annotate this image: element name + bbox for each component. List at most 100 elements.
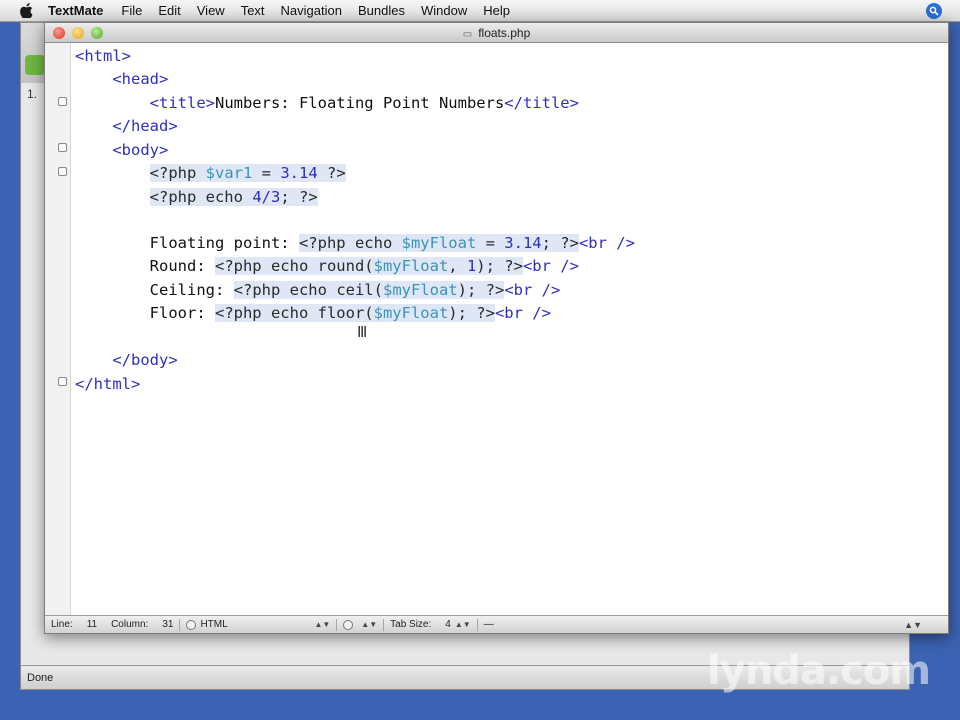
code-token: ); ?> [476, 257, 523, 275]
code-token: <?php echo [298, 234, 402, 252]
php-block: <?php $var1 = 3.14 ?> [149, 164, 346, 182]
code-line-11: Ceiling: <?php echo ceil($myFloat); ?><b… [75, 279, 560, 301]
spotlight-search-icon[interactable] [926, 3, 942, 19]
column-value: 31 [162, 619, 174, 630]
menu-bar: TextMate File Edit View Text Navigation … [0, 0, 960, 22]
menu-bundles[interactable]: Bundles [358, 3, 405, 18]
back-arrow-icon[interactable] [25, 55, 45, 75]
code-token: <?php [149, 164, 206, 182]
code-token: $var1 [205, 164, 253, 182]
updown-arrows-icon[interactable]: ▲▼ [455, 620, 471, 629]
code-token: <br /> [522, 257, 579, 275]
fold-toggle-icon[interactable] [58, 377, 67, 386]
code-token: Round: [149, 257, 215, 275]
editor-gutter [45, 43, 71, 617]
php-block: <?php echo floor($myFloat); ?> [214, 304, 495, 322]
apple-icon[interactable] [18, 3, 34, 19]
code-token: <?php echo [233, 281, 337, 299]
php-block: <?php echo ceil($myFloat); ?> [233, 281, 505, 299]
code-token: <?php echo [149, 188, 253, 206]
code-token: ); ?> [457, 281, 505, 299]
menu-file[interactable]: File [121, 3, 142, 18]
code-token: <head> [112, 70, 169, 88]
tabsize-value[interactable]: 4 [445, 619, 451, 630]
window-titlebar[interactable]: ▭ floats.php [45, 23, 948, 43]
menu-navigation[interactable]: Navigation [281, 3, 342, 18]
code-token: ); ?> [448, 304, 495, 322]
column-label: Column: [111, 619, 149, 630]
language-gear-icon[interactable] [186, 619, 197, 630]
tabsize-label[interactable]: Tab Size: [390, 619, 431, 630]
code-token: ?> [317, 164, 346, 182]
line-label: Line: [51, 619, 73, 630]
menu-edit[interactable]: Edit [158, 3, 180, 18]
lynda-watermark: lynda.com [707, 648, 931, 694]
editor-status-bar: Line: 11 Column: 31 HTML ▲▼ ▲▼ Tab Size:… [45, 615, 948, 633]
code-line-6: <?php $var1 = 3.14 ?> [75, 162, 346, 184]
textmate-window[interactable]: ▭ floats.php <html> <head> <title>Numbers… [44, 22, 949, 634]
menu-help[interactable]: Help [483, 3, 510, 18]
code-line-4: </head> [75, 115, 178, 137]
code-line-5: <body> [75, 139, 168, 161]
code-token: <br /> [578, 234, 635, 252]
code-token: <title> [149, 94, 215, 112]
code-token: </body> [112, 351, 178, 369]
symbol-popup[interactable]: — [484, 619, 494, 630]
php-block: <?php echo round($myFloat, 1); ?> [214, 257, 523, 275]
code-token: Floating point: [149, 234, 299, 252]
menu-view[interactable]: View [197, 3, 225, 18]
code-token: 1 [466, 257, 477, 275]
window-title-text: floats.php [478, 26, 531, 40]
updown-arrows-icon[interactable]: ▲▼ [314, 620, 330, 629]
code-token: <br /> [494, 304, 551, 322]
code-token: = [476, 234, 505, 252]
php-block: <?php echo 4/3; ?> [149, 188, 318, 206]
code-editor[interactable]: <html> <head> <title>Numbers: Floating P… [75, 45, 945, 615]
code-token: <html> [75, 47, 131, 65]
code-token: $myFloat [373, 304, 449, 322]
code-line-15: </html> [75, 373, 140, 395]
code-token: 3.14 [280, 164, 318, 182]
code-line-2: <head> [75, 68, 168, 90]
code-token: ; ?> [280, 188, 318, 206]
menu-textmate[interactable]: TextMate [48, 3, 103, 18]
ibeam-cursor-icon: Ⅲ [357, 323, 368, 341]
code-token: $myFloat [401, 234, 477, 252]
code-line-1: <html> [75, 45, 131, 67]
code-line-12: Floor: <?php echo floor($myFloat); ?><br… [75, 302, 551, 324]
bundle-gear-icon[interactable] [343, 619, 354, 630]
code-token: </head> [112, 117, 178, 135]
fold-toggle-icon[interactable] [58, 143, 67, 152]
code-line-7: <?php echo 4/3; ?> [75, 186, 318, 208]
symbol-updown-icon[interactable]: ▲▼ [904, 620, 922, 630]
updown-arrows-icon[interactable]: ▲▼ [361, 620, 377, 629]
code-token: Floor: [149, 304, 215, 322]
menu-text[interactable]: Text [241, 3, 265, 18]
code-token: $myFloat [373, 257, 449, 275]
menu-window[interactable]: Window [421, 3, 467, 18]
code-token: , [448, 257, 467, 275]
line-value: 11 [86, 619, 98, 630]
code-token: <?php echo floor( [214, 304, 374, 322]
code-token: <?php echo round( [214, 257, 374, 275]
language-selector[interactable]: HTML [200, 619, 310, 630]
fold-toggle-icon[interactable] [58, 97, 67, 106]
code-line-3: <title>Numbers: Floating Point Numbers</… [75, 92, 579, 114]
code-token: </html> [75, 375, 141, 393]
code-token: <br /> [504, 281, 561, 299]
code-line-9: Floating point: <?php echo $myFloat = 3.… [75, 232, 635, 254]
fold-toggle-icon[interactable] [58, 167, 67, 176]
code-token: Ceiling: [149, 281, 234, 299]
code-token: </title> [504, 94, 579, 112]
code-token: Numbers: Floating Point Numbers [214, 94, 505, 112]
code-token: = [252, 164, 281, 182]
